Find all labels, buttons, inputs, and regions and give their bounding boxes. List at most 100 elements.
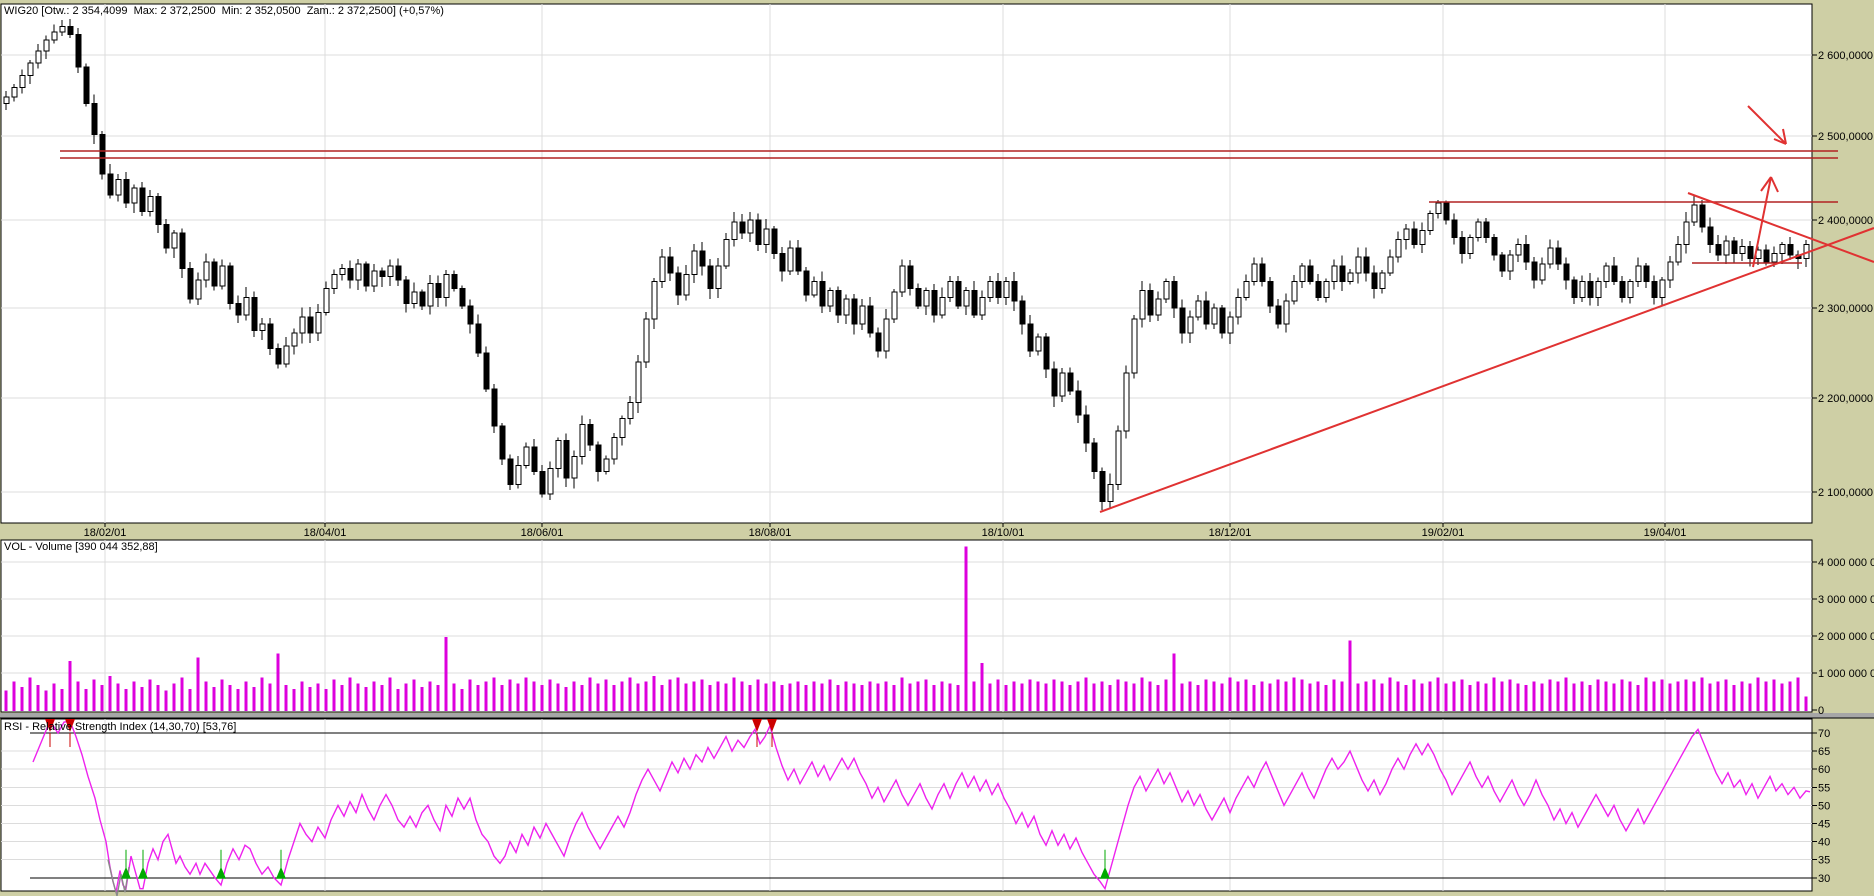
candle-body — [971, 289, 978, 316]
candle-body — [939, 296, 946, 316]
volume-bar — [404, 683, 408, 711]
candle-body — [1619, 281, 1626, 298]
volume-bar — [1620, 679, 1624, 711]
candle-body — [163, 223, 170, 249]
volume-bar — [252, 686, 256, 711]
volume-bar — [1452, 681, 1456, 711]
candle-body — [267, 323, 274, 350]
volume-bar — [1244, 679, 1248, 711]
volume-bar — [1052, 679, 1056, 711]
candle-body — [1779, 244, 1786, 254]
volume-bar — [668, 679, 672, 711]
volume-bar — [1388, 677, 1392, 711]
candle-body — [1155, 298, 1162, 316]
volume-bar — [988, 683, 992, 711]
candle-body — [1323, 281, 1330, 298]
volume-bar — [12, 681, 16, 711]
volume-bar — [628, 677, 632, 711]
candle-body — [1203, 300, 1210, 325]
candle-body — [43, 39, 50, 52]
volume-bar — [916, 681, 920, 711]
candle-body — [1403, 228, 1410, 240]
axis-tick-label: 55 — [1818, 782, 1830, 794]
volume-bar — [172, 683, 176, 711]
volume-bar — [964, 546, 968, 711]
volume-bar — [116, 683, 120, 711]
axis-tick-label: 4 000 000 000 — [1818, 557, 1874, 569]
volume-bar — [652, 675, 656, 711]
volume-bar — [1356, 683, 1360, 711]
volume-bar — [68, 661, 72, 711]
volume-bar — [1156, 685, 1160, 711]
volume-bar — [1364, 681, 1368, 711]
candle-body — [1427, 212, 1434, 232]
candle-body — [987, 281, 994, 298]
volume-bar — [956, 685, 960, 711]
candle-body — [723, 238, 730, 267]
volume-bar — [1316, 681, 1320, 711]
volume-bar — [1068, 685, 1072, 711]
volume-bar — [620, 681, 624, 711]
volume-bar — [348, 677, 352, 711]
volume-bar — [1700, 677, 1704, 711]
rsi-panel-title: RSI - Relative Strength Index (14,30,70)… — [4, 721, 237, 733]
candle-body — [947, 281, 954, 298]
axis-tick-label: 1 000 000 000 — [1818, 668, 1874, 680]
candle-body — [1547, 247, 1554, 265]
candle-body — [851, 298, 858, 325]
candle-body — [827, 289, 834, 307]
volume-bar — [1372, 679, 1376, 711]
volume-bar — [292, 688, 296, 711]
volume-bar — [380, 685, 384, 711]
candle-body — [315, 312, 322, 334]
axis-tick-label: 30 — [1818, 873, 1830, 885]
volume-bar — [1756, 677, 1760, 711]
candle-body — [1371, 272, 1378, 290]
candle-body — [11, 86, 18, 98]
plot-backgrounds — [0, 3, 1874, 892]
chart-canvas[interactable]: 2 600,0000 2 500,0000 2 400,0000 2 300,0000… — [0, 0, 1874, 896]
candle-body — [107, 173, 114, 196]
candle-body — [323, 288, 330, 314]
candle-body — [1683, 221, 1690, 246]
volume-bar — [1420, 683, 1424, 711]
volume-plot-area[interactable] — [0, 539, 1813, 713]
candle-body — [651, 281, 658, 320]
volume-bar — [836, 685, 840, 711]
volume-bar — [1444, 683, 1448, 711]
volume-bar — [812, 681, 816, 711]
candle-body — [1603, 265, 1610, 283]
volume-bar — [1180, 683, 1184, 711]
candle-body — [419, 291, 426, 307]
volume-bar — [1516, 683, 1520, 711]
date-tick-label: 18/04/01 — [304, 527, 347, 539]
volume-bar — [1092, 683, 1096, 711]
volume-bar — [860, 685, 864, 711]
panel-splitter[interactable] — [0, 713, 1874, 718]
candle-body — [683, 274, 690, 296]
candle-body — [387, 265, 394, 277]
volume-bar — [356, 683, 360, 711]
volume-bar — [580, 685, 584, 711]
volume-bar — [940, 681, 944, 711]
volume-bar — [1116, 679, 1120, 711]
candle-body — [1459, 237, 1466, 254]
candle-body — [1587, 281, 1594, 298]
price-plot-area[interactable] — [0, 3, 1813, 524]
candle-body — [59, 25, 66, 33]
volume-bar — [1652, 681, 1656, 711]
volume-bar — [460, 688, 464, 711]
candle-body — [355, 263, 362, 281]
volume-bar — [972, 681, 976, 711]
candle-body — [1579, 281, 1586, 298]
candle-body — [19, 74, 26, 88]
volume-bar — [772, 681, 776, 711]
candle-body — [475, 323, 482, 354]
candle-body — [203, 261, 210, 281]
volume-bar — [532, 681, 536, 711]
candle-body — [1059, 372, 1066, 397]
candle-body — [771, 228, 778, 254]
volume-bar — [564, 686, 568, 711]
volume-bar — [1060, 681, 1064, 711]
volume-bar — [76, 681, 80, 711]
